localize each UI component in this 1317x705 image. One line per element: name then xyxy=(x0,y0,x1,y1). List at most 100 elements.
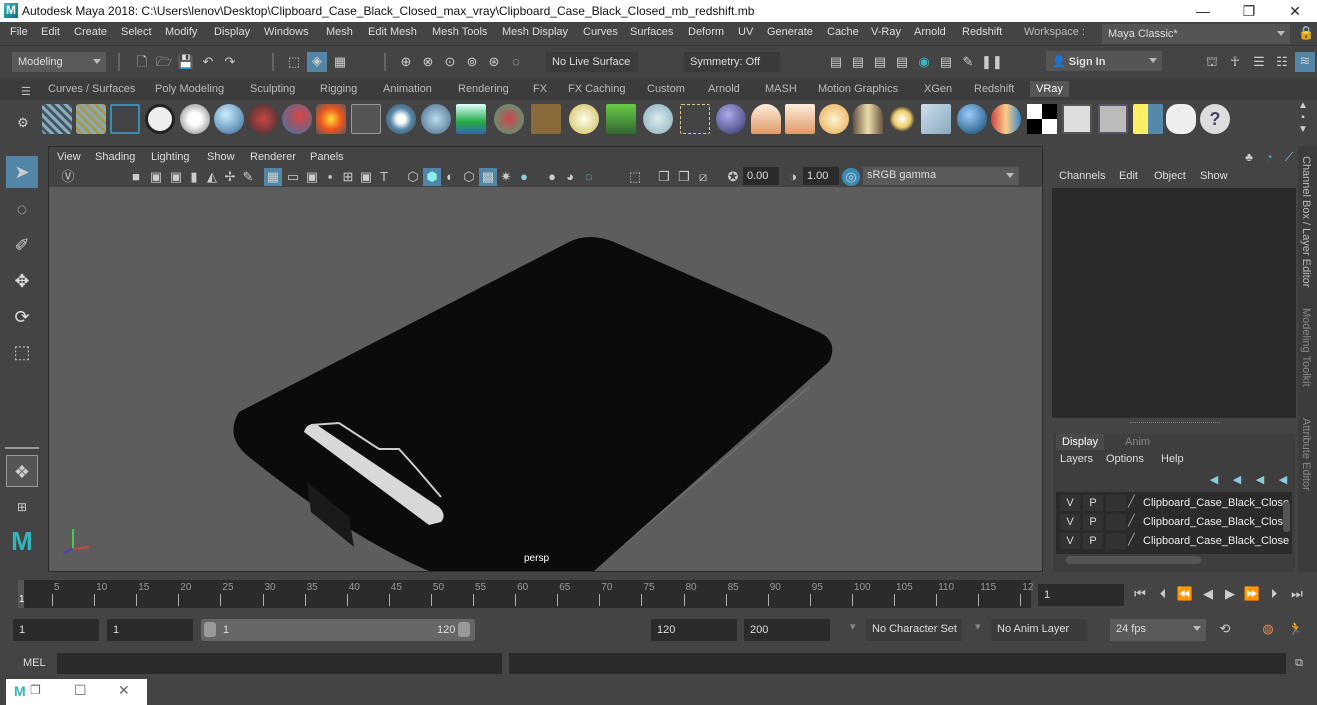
character-set-field[interactable]: No Character Set xyxy=(866,619,962,641)
snap-vertex-icon[interactable]: ◌ xyxy=(507,53,525,71)
layout-single-icon[interactable]: ❖ xyxy=(6,455,38,487)
shelf-tab-animation[interactable]: Animation xyxy=(377,81,438,97)
layer-color-icon[interactable]: ╱ xyxy=(1128,533,1135,546)
use-lights-icon[interactable]: ✷ xyxy=(497,168,515,186)
render-view-icon[interactable]: ▤ xyxy=(827,53,845,71)
menu-mesh[interactable]: Mesh xyxy=(326,26,353,38)
ipr-render-icon[interactable]: ▤ xyxy=(871,53,889,71)
xray-icon[interactable]: ▩ xyxy=(479,168,497,186)
lasso-tool-icon[interactable]: ◌ xyxy=(6,193,38,225)
viewport-menu-renderer[interactable]: Renderer xyxy=(250,151,296,163)
attribute-editor-icon[interactable]: ☰ xyxy=(1250,53,1268,71)
live-surface-field[interactable]: No Live Surface xyxy=(546,52,638,72)
layer-color-icon[interactable]: ╱ xyxy=(1128,514,1135,527)
vray-blend-mtl-icon[interactable] xyxy=(282,104,312,134)
layer-display-type-toggle[interactable] xyxy=(1106,495,1126,511)
default-material-icon[interactable]: ◐ xyxy=(441,168,459,186)
layer-menu-options[interactable]: Options xyxy=(1106,453,1144,465)
3d-viewport[interactable]: persp xyxy=(49,187,1042,571)
vray-render-settings-icon[interactable] xyxy=(1098,104,1128,134)
layer-list-horizontal-scrollbar[interactable] xyxy=(1066,556,1201,564)
layer-name[interactable]: Clipboard_Case_Black_Close xyxy=(1143,535,1289,547)
exposure-field[interactable]: 0.00 xyxy=(743,167,779,185)
menu-uv[interactable]: UV xyxy=(738,26,753,38)
render-settings-icon[interactable]: ▤ xyxy=(893,53,911,71)
go-to-start-icon[interactable]: ⏮ xyxy=(1131,585,1149,603)
range-start-handle[interactable] xyxy=(204,622,216,637)
wireframe-on-shaded-icon[interactable]: ⬡ xyxy=(460,168,478,186)
vray-fire-icon[interactable] xyxy=(316,104,346,134)
new-scene-icon[interactable]: 🗋 xyxy=(133,53,151,71)
layer-playback-toggle[interactable]: P xyxy=(1083,533,1103,549)
vray-sun-cone-icon[interactable] xyxy=(853,104,883,134)
loop-icon[interactable]: ⟲ xyxy=(1216,620,1234,638)
resize-handle[interactable] xyxy=(1130,422,1220,423)
layer-name[interactable]: Clipboard_Case_Black_Close xyxy=(1143,516,1289,528)
gamma-field[interactable]: 1.00 xyxy=(803,167,839,185)
shelf-tab-poly-modeling[interactable]: Poly Modeling xyxy=(149,81,230,97)
film-gate-icon[interactable]: ▭ xyxy=(284,168,302,186)
vray-sphere-light-icon[interactable] xyxy=(716,104,746,134)
undo-icon[interactable]: ↶ xyxy=(199,53,217,71)
layout-four-icon[interactable]: ⊞ xyxy=(6,491,38,523)
channel-box-icon[interactable]: ≋ xyxy=(1295,52,1315,72)
playback-end-field[interactable]: 120 xyxy=(651,619,737,641)
vray-rect-light-icon[interactable] xyxy=(751,104,781,134)
vray-logo-icon[interactable] xyxy=(145,104,175,134)
channel-menu-edit[interactable]: Edit xyxy=(1119,170,1138,182)
shelf-tab-motion-graphics[interactable]: Motion Graphics xyxy=(812,81,904,97)
menu-mesh-display[interactable]: Mesh Display xyxy=(502,26,568,38)
vray-ies-icon[interactable] xyxy=(680,104,710,134)
menu-modify[interactable]: Modify xyxy=(165,26,197,38)
tool-settings-toggle-icon[interactable]: ⟋ xyxy=(1280,148,1298,166)
vray-omni-light-icon[interactable] xyxy=(819,104,849,134)
character-set-arrow-icon[interactable]: ▾ xyxy=(850,620,856,633)
symmetry-dropdown[interactable]: Symmetry: Off xyxy=(684,52,780,72)
resolution-gate-icon[interactable]: ▣ xyxy=(303,168,321,186)
snap-view-plane-icon[interactable]: ⊚ xyxy=(463,53,481,71)
vray-toggle-icon[interactable]: Ⓥ xyxy=(59,168,77,186)
menu-windows[interactable]: Windows xyxy=(264,26,309,38)
step-back-key-icon[interactable]: ⏪ xyxy=(1176,585,1194,603)
lock-icon[interactable]: 🔒 xyxy=(1298,25,1314,41)
vray-frame-buffer-icon[interactable] xyxy=(1062,104,1092,134)
menu-arnold[interactable]: Arnold xyxy=(914,26,946,38)
bookmark-icon[interactable]: ▮ xyxy=(185,168,203,186)
open-scene-icon[interactable]: 🗁 xyxy=(155,53,173,71)
animation-end-field[interactable]: 200 xyxy=(744,619,830,641)
light-editor-icon[interactable]: ✎ xyxy=(959,53,977,71)
channel-menu-show[interactable]: Show xyxy=(1200,170,1228,182)
attribute-editor-toggle-icon[interactable]: ◔ xyxy=(1260,148,1278,166)
menu-set-dropdown[interactable]: Modeling xyxy=(12,52,106,72)
vray-log-icon[interactable] xyxy=(180,104,210,134)
wireframe-icon[interactable]: ⬡ xyxy=(404,168,422,186)
layer-menu-help[interactable]: Help xyxy=(1161,453,1184,465)
move-tool-icon[interactable]: ✥ xyxy=(6,265,38,297)
menu-vray[interactable]: V-Ray xyxy=(871,26,901,38)
minimize-button[interactable]: — xyxy=(1180,0,1226,22)
play-backwards-icon[interactable]: ◀ xyxy=(1199,585,1217,603)
animation-start-field[interactable]: 1 xyxy=(13,619,99,641)
menu-edit-mesh[interactable]: Edit Mesh xyxy=(368,26,417,38)
mel-input[interactable] xyxy=(57,653,502,674)
viewport-menu-show[interactable]: Show xyxy=(207,151,235,163)
safe-title-icon[interactable]: T xyxy=(375,168,393,186)
image-plane-icon[interactable]: ◭ xyxy=(203,168,221,186)
layer-display-type-toggle[interactable] xyxy=(1106,514,1126,530)
move-layer-up-icon[interactable]: ◀ xyxy=(1205,471,1223,489)
channel-menu-channels[interactable]: Channels xyxy=(1059,170,1105,182)
restore-icon[interactable]: ❐ xyxy=(30,683,41,697)
gamma-icon[interactable]: ◑ xyxy=(784,168,802,186)
menu-mesh-tools[interactable]: Mesh Tools xyxy=(432,26,487,38)
vray-scene-icon[interactable] xyxy=(110,104,140,134)
pan-zoom-icon[interactable]: ✢ xyxy=(221,168,239,186)
menu-select[interactable]: Select xyxy=(121,26,152,38)
redo-icon[interactable]: ↷ xyxy=(221,53,239,71)
human-ik-icon[interactable]: ☥ xyxy=(1226,53,1244,71)
layer-playback-toggle[interactable]: P xyxy=(1083,514,1103,530)
snap-grid-icon[interactable]: ⊕ xyxy=(397,53,415,71)
viewport-menu-shading[interactable]: Shading xyxy=(95,151,135,163)
smooth-shade-icon[interactable]: ⬢ xyxy=(423,168,441,186)
new-layer-selected-icon[interactable]: ◀ xyxy=(1274,471,1292,489)
vray-light-lister-icon[interactable] xyxy=(1133,104,1163,134)
